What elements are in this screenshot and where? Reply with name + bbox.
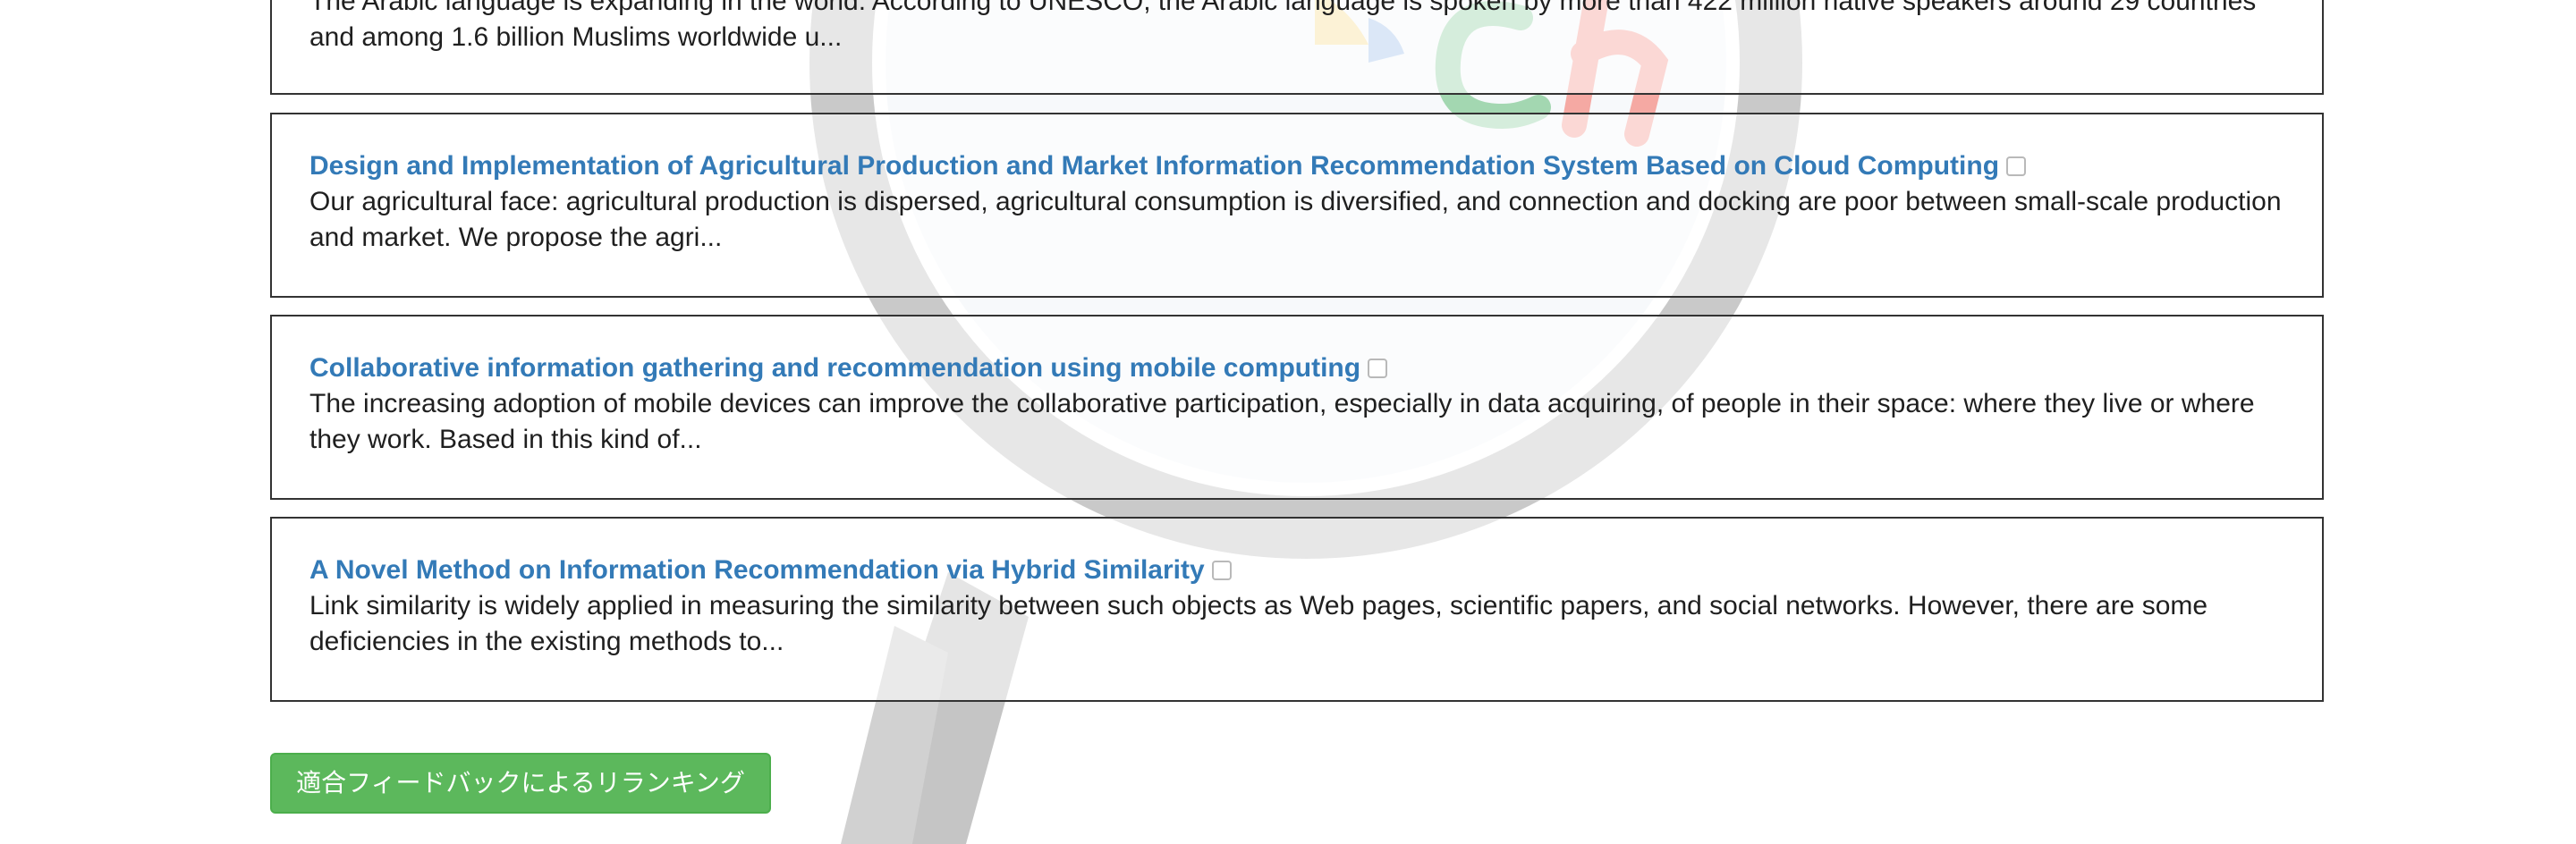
- result-title-link[interactable]: Collaborative information gathering and …: [309, 350, 1360, 386]
- search-result-item: The Arabic language is expanding in the …: [270, 0, 2324, 95]
- search-result-item: Design and Implementation of Agricultura…: [270, 113, 2324, 298]
- relevance-checkbox[interactable]: [1211, 561, 1232, 580]
- result-snippet: The increasing adoption of mobile device…: [309, 389, 2255, 454]
- result-snippet: Link similarity is widely applied in mea…: [309, 591, 2208, 656]
- relevance-checkbox[interactable]: [2006, 156, 2027, 176]
- result-snippet: Our agricultural face: agricultural prod…: [309, 187, 2282, 252]
- result-title-link[interactable]: A Novel Method on Information Recommenda…: [309, 553, 1205, 588]
- result-snippet: The Arabic language is expanding in the …: [309, 0, 2257, 52]
- rerank-button[interactable]: 適合フィードバックによるリランキング: [270, 753, 771, 814]
- result-title-row: A Novel Method on Information Recommenda…: [309, 553, 2286, 588]
- result-title-row: Collaborative information gathering and …: [309, 350, 2286, 386]
- result-title-row: Design and Implementation of Agricultura…: [309, 148, 2286, 184]
- relevance-checkbox[interactable]: [1368, 359, 1388, 378]
- result-title-link[interactable]: Design and Implementation of Agricultura…: [309, 148, 1999, 184]
- search-result-item: A Novel Method on Information Recommenda…: [270, 517, 2324, 702]
- search-result-item: Collaborative information gathering and …: [270, 315, 2324, 500]
